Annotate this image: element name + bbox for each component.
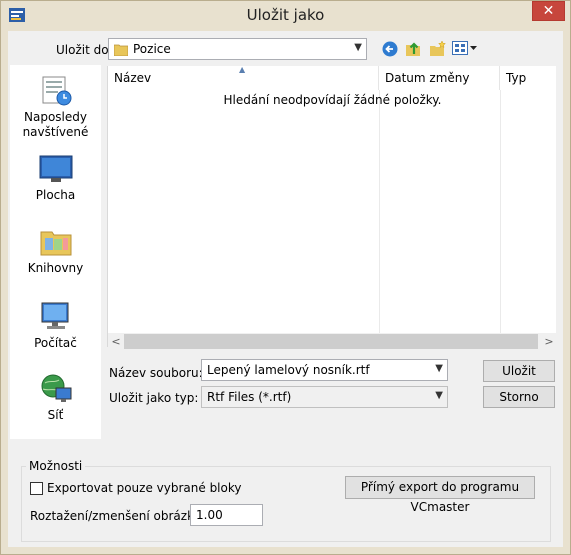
filename-combobox[interactable]: Lepený lamelový nosník.rtf ▼	[201, 359, 448, 381]
network-icon	[39, 373, 73, 405]
horizontal-scrollbar[interactable]: < >	[108, 333, 557, 350]
close-button[interactable]: ✕	[532, 1, 565, 21]
place-desktop[interactable]: Plocha	[10, 153, 101, 203]
chevron-down-icon: ▼	[354, 42, 362, 53]
filename-label: Název souboru:	[109, 366, 203, 380]
save-in-label: Uložit do:	[56, 43, 113, 57]
places-bar: Naposledy navštívené Plocha Knihovny Poč…	[10, 65, 101, 439]
place-network-label: Síť	[47, 408, 64, 422]
cancel-button[interactable]: Storno	[483, 386, 555, 408]
place-computer[interactable]: Počítač	[10, 301, 101, 351]
options-group-label: Možnosti	[26, 459, 86, 473]
column-divider	[379, 90, 380, 333]
save-in-combobox[interactable]: Pozice ▼	[108, 38, 367, 60]
sort-ascending-icon: ▲	[239, 65, 246, 74]
empty-message: Hledání neodpovídají žádné položky.	[223, 93, 442, 107]
computer-icon	[39, 301, 73, 333]
place-network[interactable]: Síť	[10, 373, 101, 423]
place-recent-label: Naposledy navštívené	[22, 110, 89, 139]
save-in-value: Pozice	[133, 42, 171, 56]
chevron-down-icon[interactable]: ▼	[435, 363, 443, 374]
up-folder-icon[interactable]	[405, 40, 421, 57]
scale-value: 1.00	[196, 508, 223, 522]
filetype-label: Uložit jako typ:	[109, 391, 199, 405]
title-bar[interactable]: Uložit jako ✕	[0, 0, 571, 31]
desktop-icon	[39, 153, 73, 185]
recent-places-icon	[39, 75, 73, 107]
place-desktop-label: Plocha	[35, 188, 76, 202]
export-selected-label[interactable]: Exportovat pouze vybrané bloky	[47, 481, 241, 495]
place-libraries[interactable]: Knihovny	[10, 226, 101, 276]
column-divider	[500, 90, 501, 333]
filetype-value: Rtf Files (*.rtf)	[207, 390, 292, 404]
place-libraries-label: Knihovny	[27, 261, 84, 275]
place-recent[interactable]: Naposledy navštívené	[10, 75, 101, 140]
libraries-icon	[39, 226, 73, 258]
scroll-left-icon[interactable]: <	[108, 333, 124, 350]
save-button[interactable]: Uložit	[483, 360, 555, 382]
back-icon[interactable]	[382, 41, 398, 57]
new-folder-icon[interactable]	[429, 40, 446, 57]
scroll-right-icon[interactable]: >	[541, 333, 557, 350]
view-menu-icon[interactable]	[452, 41, 478, 56]
folder-icon	[113, 43, 129, 57]
export-selected-checkbox[interactable]	[30, 482, 43, 495]
filename-value: Lepený lamelový nosník.rtf	[207, 363, 370, 377]
file-list[interactable]: Název ▲ Datum změny Typ Hledání neodpoví…	[107, 65, 557, 350]
scale-input[interactable]: 1.00	[190, 504, 263, 526]
filetype-select[interactable]: Rtf Files (*.rtf) ▼	[201, 386, 448, 408]
scrollbar-thumb[interactable]	[124, 334, 538, 349]
column-header-date[interactable]: Datum změny	[379, 66, 500, 90]
window-title: Uložit jako	[246, 6, 325, 24]
scale-label: Roztažení/zmenšení obrázků:	[30, 509, 206, 523]
close-icon: ✕	[542, 3, 555, 19]
place-computer-label: Počítač	[34, 336, 77, 350]
column-header-type[interactable]: Typ	[500, 66, 557, 90]
direct-export-button[interactable]: Přímý export do programu VCmaster	[345, 476, 535, 514]
chevron-down-icon: ▼	[435, 390, 443, 401]
